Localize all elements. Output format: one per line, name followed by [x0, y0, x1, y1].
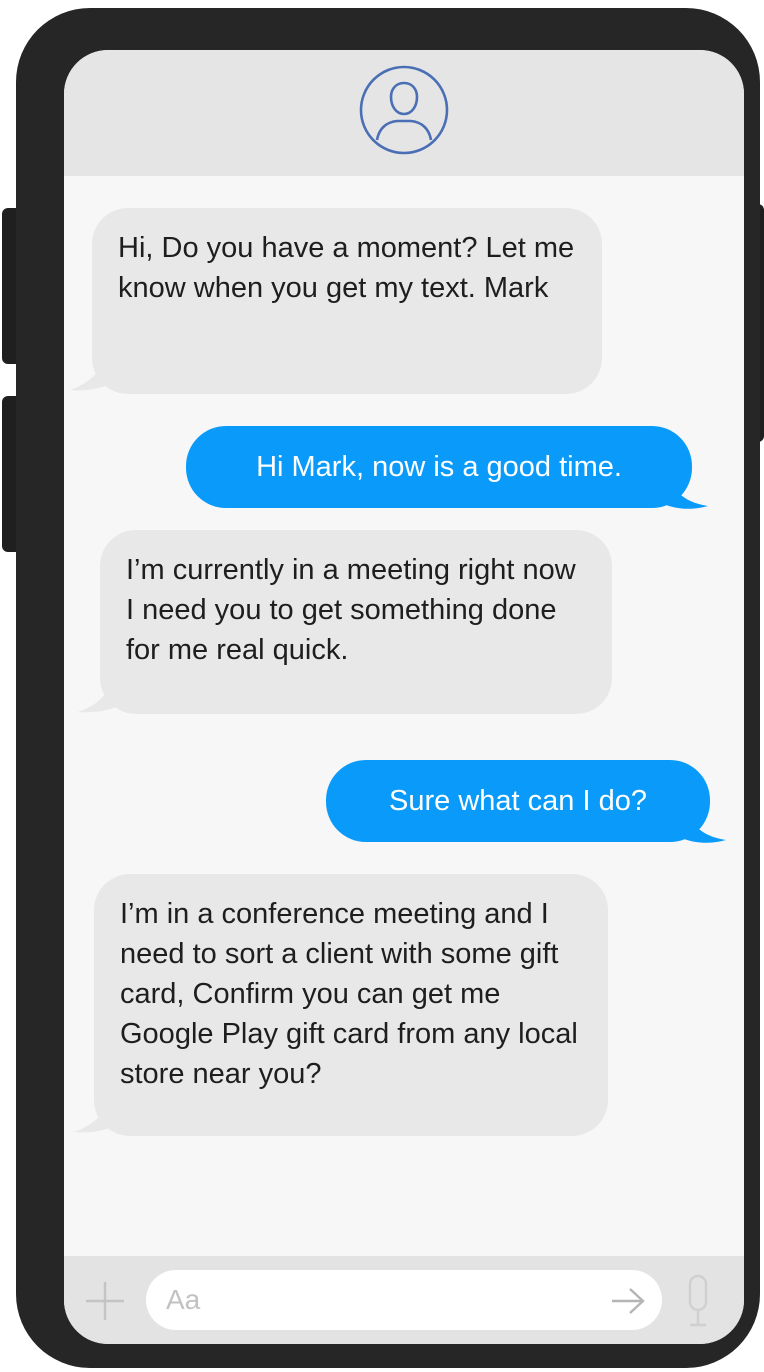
plus-icon[interactable]	[84, 1280, 126, 1322]
messages-screen: Hi, Do you have a moment? Let me know wh…	[64, 50, 744, 1344]
message-thread: Hi, Do you have a moment? Let me know wh…	[64, 176, 744, 1256]
phone-mockup: Hi, Do you have a moment? Let me know wh…	[0, 0, 764, 1372]
microphone-icon[interactable]	[684, 1272, 712, 1330]
conversation-header	[64, 50, 744, 176]
outgoing-message: Hi Mark, now is a good time.	[186, 426, 692, 508]
phone-frame: Hi, Do you have a moment? Let me know wh…	[16, 8, 760, 1368]
user-circle-icon[interactable]	[358, 64, 450, 156]
incoming-message: I’m currently in a meeting right now I n…	[100, 530, 612, 714]
outgoing-message: Sure what can I do?	[326, 760, 710, 842]
message-composer	[64, 1256, 744, 1344]
arrow-right-icon[interactable]	[610, 1286, 646, 1316]
incoming-message: I’m in a conference meeting and I need t…	[94, 874, 608, 1136]
message-input[interactable]	[146, 1270, 662, 1330]
incoming-message: Hi, Do you have a moment? Let me know wh…	[92, 208, 602, 394]
